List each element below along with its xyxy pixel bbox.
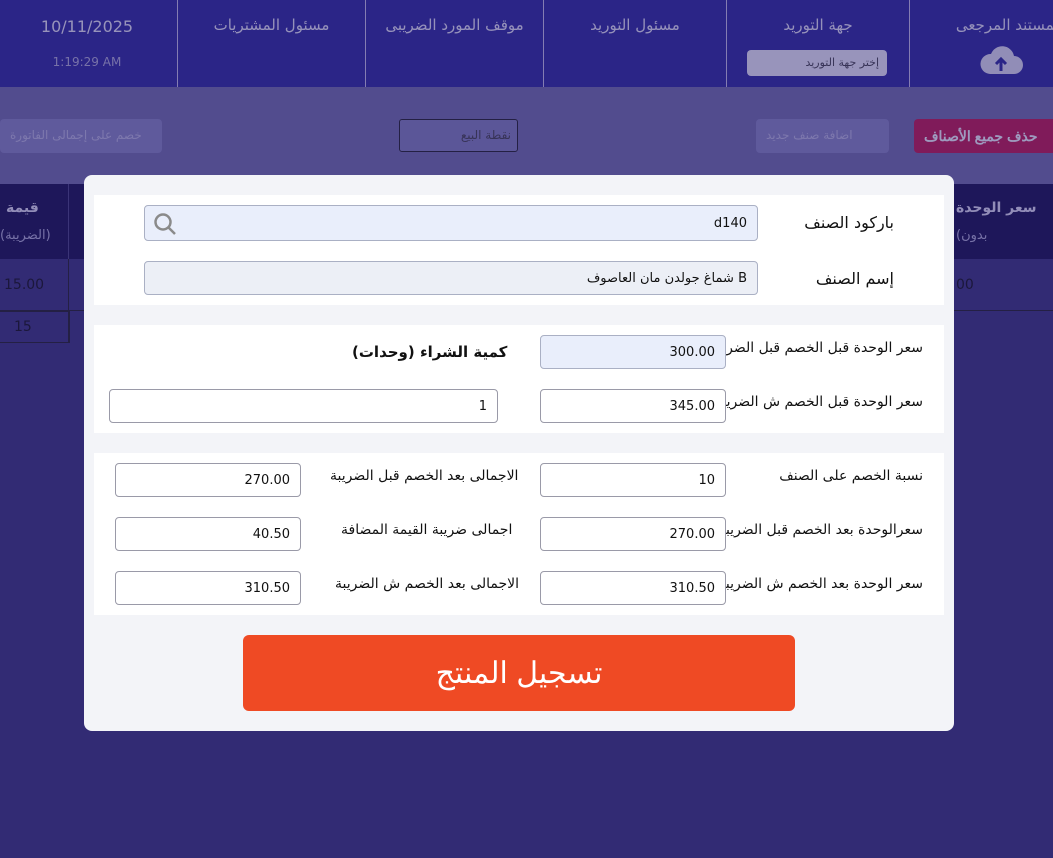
total-with-tax-value: 310.50 bbox=[244, 580, 291, 596]
purchase-qty-label: كمية الشراء (وحدات) bbox=[352, 343, 508, 361]
unit-price-before-discount-with-tax-label: سعر الوحدة قبل الخصم ش الضريبة bbox=[714, 394, 923, 410]
search-icon[interactable] bbox=[153, 212, 177, 236]
unit-price-before-discount-before-tax-field[interactable]: 300.00 bbox=[540, 335, 726, 369]
unit-price-before-tax-value: 300.00 bbox=[669, 344, 716, 360]
unit-after-discount-with-tax-field[interactable]: 310.50 bbox=[540, 571, 726, 605]
unit-after-discount-before-tax-value: 270.00 bbox=[669, 526, 716, 542]
total-before-tax-value: 270.00 bbox=[244, 472, 291, 488]
purchase-qty-value: 1 bbox=[478, 398, 487, 414]
add-product-modal: باركود الصنف d140 إسم الصنف شماغ جولدن م… bbox=[84, 175, 954, 731]
discount-panel: نسبة الخصم على الصنف 10 الاجمالى بعد الخ… bbox=[94, 453, 944, 615]
register-product-button[interactable]: تسجيل المنتج bbox=[243, 635, 795, 711]
item-name-field[interactable]: شماغ جولدن مان العاصوف B bbox=[144, 261, 758, 295]
unit-price-before-discount-with-tax-field[interactable]: 345.00 bbox=[540, 389, 726, 423]
discount-pct-value: 10 bbox=[698, 472, 715, 488]
item-name-label: إسم الصنف bbox=[815, 269, 894, 288]
total-after-discount-with-tax-field[interactable]: 310.50 bbox=[115, 571, 301, 605]
barcode-label: باركود الصنف bbox=[804, 213, 894, 232]
unit-after-discount-before-tax-field[interactable]: 270.00 bbox=[540, 517, 726, 551]
barcode-value: d140 bbox=[713, 215, 747, 231]
total-after-discount-before-tax-field[interactable]: 270.00 bbox=[115, 463, 301, 497]
total-after-discount-with-tax-label: الاجمالى بعد الخصم ش الضريبة bbox=[335, 576, 520, 592]
item-name-value: شماغ جولدن مان العاصوف B bbox=[586, 270, 747, 286]
vat-total-label: اجمالى ضريبة القيمة المضافة bbox=[341, 522, 513, 538]
pricing-panel: سعر الوحدة قبل الخصم قبل الضريبة 300.00 … bbox=[94, 325, 944, 433]
barcode-search-input[interactable]: d140 bbox=[144, 205, 758, 241]
unit-after-discount-with-tax-value: 310.50 bbox=[669, 580, 716, 596]
vat-total-value: 40.50 bbox=[252, 526, 290, 542]
unit-after-discount-with-tax-label: سعر الوحدة بعد الخصم ش الضريبة bbox=[718, 576, 923, 592]
vat-total-field[interactable]: 40.50 bbox=[115, 517, 301, 551]
unit-after-discount-before-tax-label: سعرالوحدة بعد الخصم قبل الضريبة bbox=[718, 522, 923, 538]
item-identity-panel: باركود الصنف d140 إسم الصنف شماغ جولدن م… bbox=[94, 195, 944, 305]
discount-pct-label: نسبة الخصم على الصنف bbox=[779, 468, 923, 484]
discount-pct-input[interactable]: 10 bbox=[540, 463, 726, 497]
purchase-qty-input[interactable]: 1 bbox=[109, 389, 498, 423]
total-after-discount-before-tax-label: الاجمالى بعد الخصم قبل الضريبة bbox=[330, 468, 519, 484]
unit-price-with-tax-value: 345.00 bbox=[669, 398, 716, 414]
unit-price-before-discount-before-tax-label: سعر الوحدة قبل الخصم قبل الضريبة bbox=[710, 340, 923, 356]
